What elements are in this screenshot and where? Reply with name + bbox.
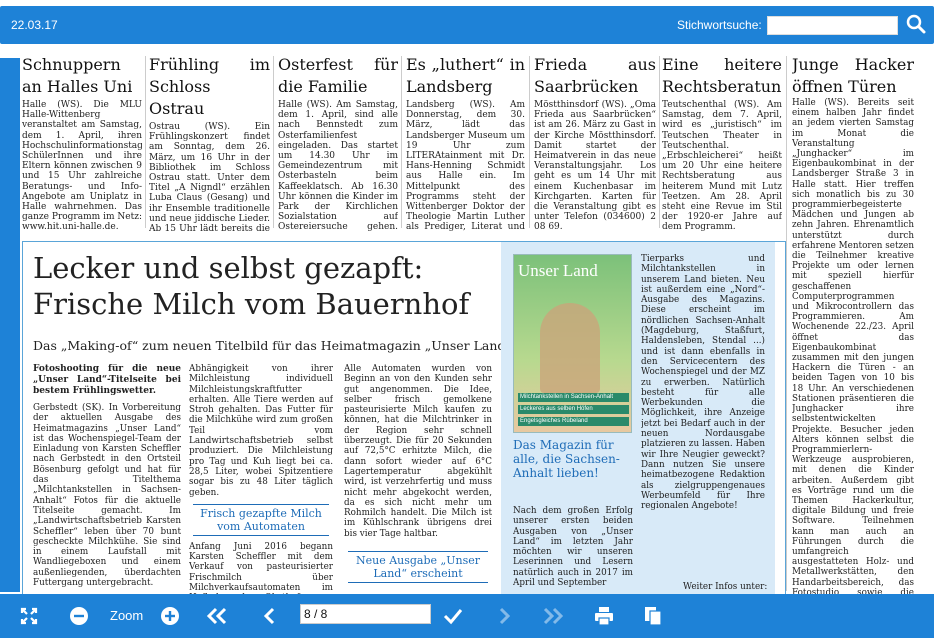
feature-column-1: Fotoshooting für die neue „Unser Land“-T… bbox=[33, 364, 181, 594]
feature-col3-text: Alle Automaten wurden von Beginn an von … bbox=[344, 364, 492, 539]
viewer-toolbar: Zoom 8 / 8 bbox=[0, 594, 934, 638]
next-page-icon[interactable] bbox=[494, 605, 516, 627]
cover-bar: Leckeres aus selben Höfen bbox=[518, 405, 629, 414]
article-body: Landsberg (WS). Am Donnerstag, dem 30. M… bbox=[406, 100, 525, 232]
last-page-icon[interactable] bbox=[542, 605, 564, 627]
feature-title-line1: Lecker und selbst gezapft: bbox=[33, 251, 424, 285]
left-strip bbox=[0, 58, 20, 592]
article-title: Frieda aus Saarbrücken bbox=[534, 55, 656, 96]
magazine-heading: Das Magazin für alle, die Sachsen-Anhalt… bbox=[513, 438, 620, 480]
article-title: Osterfest für die Familie bbox=[278, 55, 398, 96]
callout-frisch-gezapft: Frisch gezapfte Milch vom Automaten bbox=[193, 503, 329, 536]
cover-title: Unser Land bbox=[518, 261, 598, 280]
search-icon[interactable] bbox=[906, 14, 926, 34]
previous-page-icon[interactable] bbox=[258, 605, 280, 627]
article-body: Halle (WS). Die MLU Halle-Wittenberg ver… bbox=[22, 100, 142, 232]
article-title: Schnuppern an Halles Uni bbox=[22, 55, 133, 96]
magazine-cover-image: Unser Land Milchtankstellen in Sachsen-A… bbox=[513, 254, 632, 433]
first-page-icon[interactable] bbox=[206, 605, 228, 627]
magazine-promo-box: Unser Land Milchtankstellen in Sachsen-A… bbox=[501, 242, 775, 594]
top-bar: 22.03.17 Stichwortsuche: bbox=[0, 6, 934, 44]
feature-lead: Fotoshooting für die neue „Unser Land“-T… bbox=[33, 364, 181, 396]
print-icon[interactable] bbox=[593, 605, 615, 627]
article-title: Eine heitere Rechtsberatung bbox=[662, 55, 782, 96]
article-body: Halle (WS). Bereits seit einem halben Ja… bbox=[792, 98, 914, 594]
article-frieda: Frieda aus Saarbrücken Möstthinsdorf (WS… bbox=[534, 54, 656, 232]
keyword-search-input[interactable] bbox=[767, 16, 898, 35]
cover-bar: Engelsgleiches Rübeland bbox=[518, 417, 629, 426]
feature-title: Lecker und selbst gezapft: Frische Milch… bbox=[33, 250, 469, 322]
feature-column-2: Abhängigkeit von ihrer Milchleistung ind… bbox=[189, 364, 333, 594]
article-landsberg: Es „luthert“ in Landsberg Landsberg (WS)… bbox=[406, 54, 525, 232]
article-schloss-ostrau: Frühling im Schloss Ostrau Ostrau (WS). … bbox=[149, 54, 270, 232]
cover-photo bbox=[540, 303, 600, 393]
feature-column-3: Alle Automaten wurden von Beginn an von … bbox=[344, 364, 492, 594]
article-junge-hacker: Junge Hacker öffnen Türen Halle (WS). Be… bbox=[792, 54, 914, 594]
newspaper-page[interactable]: Schnuppern an Halles Uni Halle (WS). Die… bbox=[20, 54, 916, 594]
article-body: Möstthinsdorf (WS). „Oma Frieda aus Saar… bbox=[534, 100, 656, 232]
article-halle-uni: Schnuppern an Halles Uni Halle (WS). Die… bbox=[22, 54, 142, 232]
feature-subtitle: Das „Making-of“ zum neuen Titelbild für … bbox=[33, 338, 512, 353]
magazine-text-1: Nach dem großen Erfolg unserer ersten be… bbox=[513, 506, 633, 589]
article-title: Es „luthert“ in Landsberg bbox=[406, 55, 525, 96]
feature-col2b-text: Anfang Juni 2016 begann Karsten Scheffle… bbox=[189, 541, 333, 594]
callout-neue-ausgabe: Neue Ausgabe „Unser Land“ erscheint bbox=[348, 551, 488, 584]
article-title: Junge Hacker öffnen Türen bbox=[792, 55, 914, 96]
feature-title-line2: Frische Milch vom Bauernhof bbox=[33, 287, 470, 321]
go-to-page-icon[interactable] bbox=[442, 605, 464, 627]
feature-col1-text: Gerbstedt (SK). In Vorbereitung der aktu… bbox=[33, 403, 181, 589]
article-title: Frühling im Schloss Ostrau bbox=[149, 55, 270, 118]
zoom-out-icon[interactable] bbox=[68, 605, 90, 627]
article-body: Ostrau (WS). Ein Frühlingskonzert findet… bbox=[149, 122, 270, 232]
feature-col2-text: Abhängigkeit von ihrer Milchleistung ind… bbox=[189, 364, 333, 498]
cover-bar: Milchtankstellen in Sachsen-Anhalt bbox=[518, 393, 629, 402]
magazine-text-2: Tierparks und Milchtankstellen in unsere… bbox=[641, 254, 765, 512]
issue-date: 22.03.17 bbox=[11, 18, 58, 32]
copy-icon[interactable] bbox=[642, 605, 664, 627]
article-body: Teutschenthal (WS). Am Samstag, dem 7. A… bbox=[662, 100, 782, 232]
article-rechtsberatung: Eine heitere Rechtsberatung Teutschentha… bbox=[662, 54, 782, 232]
page-number-input[interactable]: 8 / 8 bbox=[300, 604, 431, 624]
feature-article: Lecker und selbst gezapft: Frische Milch… bbox=[22, 241, 786, 594]
fullscreen-icon[interactable] bbox=[18, 605, 40, 627]
article-osterfest: Osterfest für die Familie Halle (WS). Am… bbox=[278, 54, 398, 232]
keyword-search-label: Stichwortsuche: bbox=[677, 18, 762, 32]
magazine-more-info: Weiter Infos unter: bbox=[683, 582, 768, 592]
zoom-in-icon[interactable] bbox=[159, 605, 181, 627]
article-body: Halle (WS). Am Samstag, dem 1. April, si… bbox=[278, 100, 398, 232]
zoom-label: Zoom bbox=[110, 608, 144, 623]
